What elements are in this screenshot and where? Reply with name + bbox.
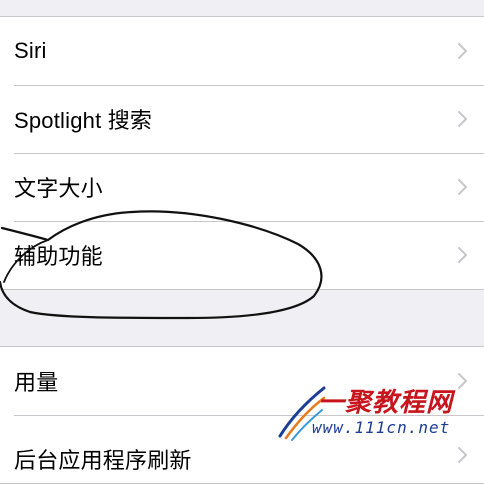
settings-row-label: Spotlight 搜索 — [14, 108, 153, 133]
settings-row-label: 后台应用程序刷新 — [14, 448, 192, 473]
settings-row-siri[interactable]: Siri — [0, 17, 484, 85]
settings-row-usage[interactable]: 用量 — [0, 347, 484, 415]
chevron-right-icon — [458, 447, 467, 463]
settings-row-label: 文字大小 — [14, 176, 103, 201]
settings-row-text-size[interactable]: 文字大小 — [0, 153, 484, 221]
settings-row-label: 用量 — [14, 370, 59, 395]
chevron-right-icon — [458, 111, 467, 127]
chevron-right-icon — [458, 247, 467, 263]
settings-group-usage: 用量 后台应用程序刷新 — [0, 346, 484, 484]
settings-row-label: 辅助功能 — [14, 244, 103, 269]
settings-group-general: Siri Spotlight 搜索 文字大小 辅助功能 — [0, 16, 484, 290]
settings-row-spotlight-search[interactable]: Spotlight 搜索 — [0, 85, 484, 153]
chevron-right-icon — [458, 179, 467, 195]
chevron-right-icon — [458, 43, 467, 59]
settings-row-accessibility[interactable]: 辅助功能 — [0, 221, 484, 289]
chevron-right-icon — [458, 373, 467, 389]
settings-row-label: Siri — [14, 38, 47, 63]
settings-row-background-app-refresh[interactable]: 后台应用程序刷新 — [0, 415, 484, 483]
